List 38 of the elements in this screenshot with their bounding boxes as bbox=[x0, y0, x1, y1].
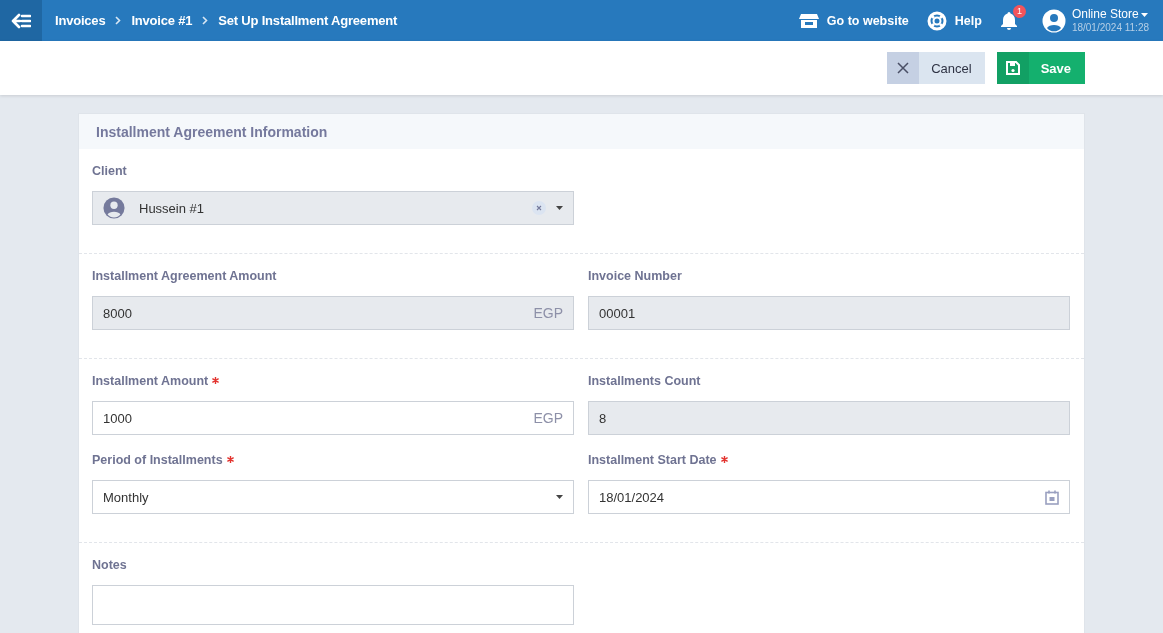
bell-icon bbox=[999, 10, 1018, 31]
chevron-icon bbox=[115, 16, 122, 25]
notes-field[interactable] bbox=[92, 585, 574, 625]
input-field[interactable]: 1000 EGP bbox=[92, 401, 574, 435]
account-menu[interactable]: Online Store 18/01/2024 11:28 bbox=[1041, 8, 1149, 33]
notifications-button[interactable] bbox=[999, 10, 1018, 31]
chevron-icon bbox=[202, 16, 209, 25]
page-title: Set Up Installment Agreement bbox=[218, 13, 398, 28]
field-label: Installments Count bbox=[588, 374, 701, 388]
top-link[interactable]: Go to website bbox=[798, 12, 909, 29]
account-datetime: 18/01/2024 11:28 bbox=[1071, 21, 1149, 33]
field-label: Period of Installments bbox=[92, 453, 236, 467]
back-arrow-icon bbox=[11, 12, 31, 29]
breadcrumb-link[interactable]: Invoices bbox=[55, 13, 106, 28]
card-title: Installment Agreement Information bbox=[96, 123, 328, 140]
caret-icon bbox=[556, 206, 563, 210]
caret-icon bbox=[556, 495, 563, 499]
calendar-icon bbox=[1045, 489, 1059, 505]
field-label: Installment Agreement Amount bbox=[92, 269, 277, 283]
top-link[interactable]: Help bbox=[926, 10, 982, 31]
breadcrumb-link[interactable]: Invoice #1 bbox=[131, 13, 193, 28]
select-field[interactable]: Monthly bbox=[92, 480, 574, 514]
store-icon bbox=[798, 12, 819, 29]
account-name: Online Store bbox=[1071, 8, 1139, 22]
date-field[interactable]: 18/01/2024 bbox=[588, 480, 1070, 514]
field-label: Invoice Number bbox=[588, 269, 682, 283]
field-label: Installment Amount bbox=[92, 374, 222, 388]
field-label: Client bbox=[92, 164, 127, 178]
lifebuoy-icon bbox=[926, 10, 947, 31]
back-menu-button[interactable] bbox=[0, 0, 42, 41]
field-label: Notes bbox=[92, 558, 127, 572]
user-avatar-icon bbox=[103, 197, 125, 219]
caret-icon bbox=[1140, 13, 1148, 17]
user-avatar-icon bbox=[1041, 8, 1066, 33]
close-icon bbox=[897, 62, 910, 74]
cancel-button[interactable]: Cancel bbox=[887, 52, 985, 84]
field-label: Installment Start Date bbox=[588, 453, 730, 467]
notification-count: 1 bbox=[1012, 4, 1026, 18]
